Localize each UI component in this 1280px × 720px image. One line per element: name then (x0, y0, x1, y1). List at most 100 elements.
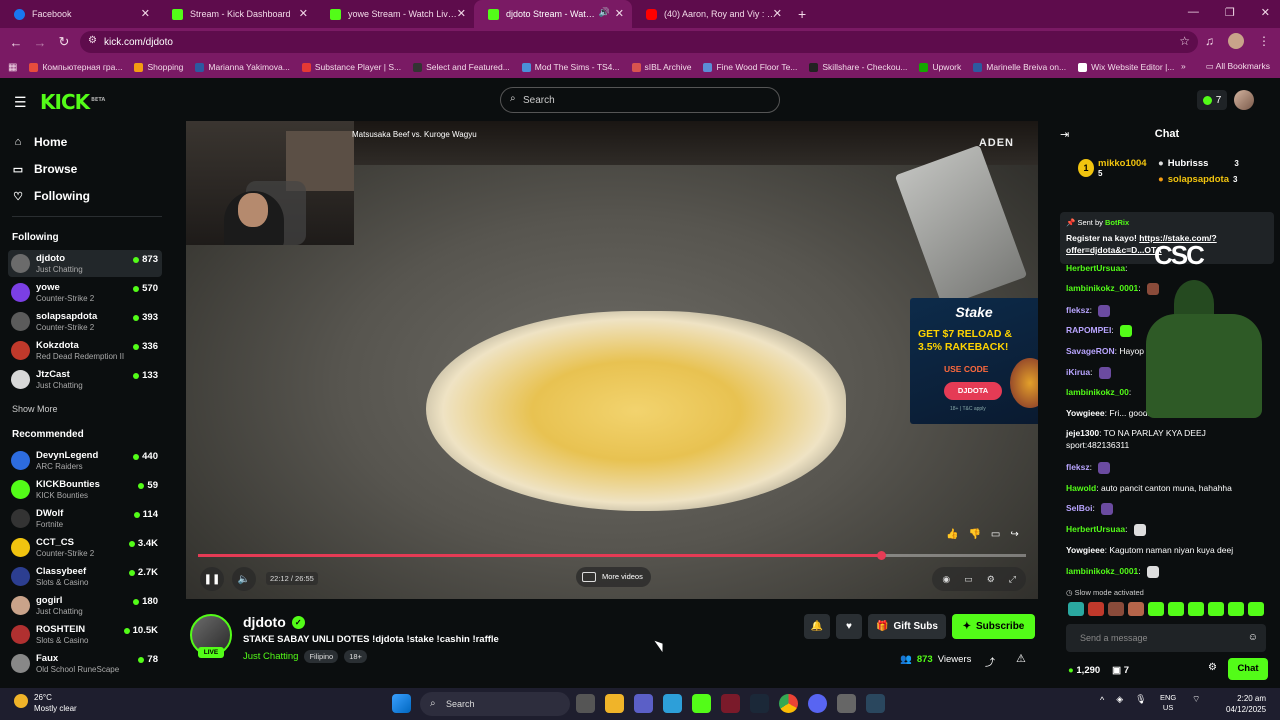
hamburger-menu-icon[interactable]: ☰ (14, 94, 27, 111)
tag-18-plus[interactable]: 18+ (344, 650, 367, 663)
taskbar-search[interactable]: ⌕ Search (420, 692, 570, 716)
channel-item[interactable]: djdoto Just Chatting 873 (8, 250, 162, 277)
emote-icon[interactable] (1188, 602, 1204, 616)
channel-item[interactable]: Classybeef Slots & Casino 2.7K (8, 563, 162, 590)
thumbs-up-icon[interactable]: 👍 (946, 529, 958, 540)
bookmark-item[interactable]: Skillshare - Checkou... (809, 62, 907, 72)
emote-icon[interactable] (1148, 602, 1164, 616)
windows-start-icon[interactable] (392, 694, 411, 713)
teams-icon[interactable] (634, 694, 653, 713)
channel-item[interactable]: Kokzdota Red Dead Redemption II 336 (8, 337, 162, 364)
points-display[interactable]: ● 1,290 (1068, 665, 1100, 676)
emote-icon[interactable] (1088, 602, 1104, 616)
tab-kick-dashboard[interactable]: Stream - Kick Dashboard ✕ (158, 0, 316, 28)
tab-djdoto-stream[interactable]: djdoto Stream - Watch Live 🔊 ✕ (474, 0, 632, 28)
chat-user[interactable]: Yowgieee (1066, 408, 1105, 418)
captions-icon[interactable]: ▭ (964, 574, 973, 585)
chat-user[interactable]: fleksz (1066, 462, 1090, 472)
chat-user[interactable]: lambinikokz_0001 (1066, 566, 1138, 576)
channel-item[interactable]: DevynLegend ARC Raiders 440 (8, 447, 162, 474)
bookmark-item[interactable]: Marianna Yakimova... (195, 62, 290, 72)
speaker-icon[interactable]: 🔊 (599, 7, 610, 18)
minimize-icon[interactable]: — (1188, 6, 1199, 19)
channel-item[interactable]: Faux Old School RuneScape 78 (8, 650, 162, 677)
share-icon[interactable]: ⤴ (985, 654, 995, 669)
fullscreen-icon[interactable]: ⤢ (1009, 574, 1016, 585)
chat-user[interactable]: HerbertUrsuaa (1066, 524, 1125, 534)
emote-icon[interactable] (1228, 602, 1244, 616)
video-progress-bar[interactable] (198, 551, 1026, 560)
share-icon[interactable]: ↪ (1010, 529, 1018, 540)
settings-gear-icon[interactable]: ⚙ (987, 574, 995, 585)
emote-icon[interactable] (1128, 602, 1144, 616)
terminal-icon[interactable] (721, 694, 740, 713)
leader-name[interactable]: solapsapdota (1168, 174, 1229, 185)
gift-subs-button[interactable]: 🎁 Gift Subs (868, 614, 946, 639)
bookmark-item[interactable]: sIBL Archive (631, 62, 691, 72)
system-clock[interactable]: 2:20 am 04/12/2025 (1226, 693, 1266, 715)
sidebar-item-following[interactable]: ♡ Following (12, 189, 90, 203)
leader-name[interactable]: Hubrisss (1168, 158, 1209, 169)
all-bookmarks-button[interactable]: ▭ All Bookmarks (1206, 61, 1270, 72)
edge-icon[interactable] (663, 694, 682, 713)
close-icon[interactable]: ✕ (773, 7, 782, 20)
chat-send-button[interactable]: Chat (1228, 658, 1268, 680)
discord-icon[interactable] (808, 694, 827, 713)
emote-icon[interactable] (1108, 602, 1124, 616)
apps-icon[interactable]: ▦ (8, 62, 17, 73)
progress-knob[interactable] (876, 551, 886, 560)
back-icon[interactable]: ← (4, 35, 28, 50)
chat-user[interactable]: lambinikokz_00 (1066, 387, 1129, 397)
sidebar-item-home[interactable]: ⌂ Home (12, 135, 68, 149)
language-indicator[interactable]: ENG US (1160, 693, 1176, 713)
bookmark-item[interactable]: Select and Featured... (413, 62, 510, 72)
microphone-icon[interactable]: 🎙 (1135, 694, 1146, 705)
bookmark-star-icon[interactable]: ☆ (1179, 34, 1190, 48)
channel-item[interactable]: JtzCast Just Chatting 133 (8, 366, 162, 393)
steam-icon[interactable] (750, 694, 769, 713)
close-icon[interactable]: ✕ (299, 7, 308, 20)
close-icon[interactable]: ✕ (141, 7, 150, 20)
bookmark-item[interactable]: Upwork (919, 62, 961, 72)
menu-icon[interactable]: ⋮ (1258, 34, 1270, 48)
bookmark-item[interactable]: Компьютерная гра... (29, 62, 122, 72)
more-videos-button[interactable]: More videos (576, 567, 651, 587)
sidebar-item-browse[interactable]: ▭ Browse (12, 162, 78, 176)
bookmark-item[interactable]: Marinelle Breiva on... (973, 62, 1066, 72)
kick-points-button[interactable]: 7 (1197, 90, 1227, 110)
chat-message-input[interactable]: Send a message ☺ (1066, 624, 1266, 652)
kick-app-icon[interactable] (692, 694, 711, 713)
comment-icon[interactable]: ▭ (991, 529, 1000, 540)
weather-widget[interactable]: 26°C Mostly clear (14, 692, 77, 714)
chat-user[interactable]: Hawold (1066, 483, 1096, 493)
channel-item[interactable]: solapsapdota Counter-Strike 2 393 (8, 308, 162, 335)
chevron-up-icon[interactable]: ^ (1100, 695, 1104, 705)
chat-user[interactable]: fleksz (1066, 305, 1090, 315)
subscribe-button[interactable]: ✦ Subscribe (952, 614, 1035, 639)
leader-name[interactable]: mikko1004 (1098, 158, 1147, 169)
app-icon[interactable] (837, 694, 856, 713)
gift-display[interactable]: ▣ 7 (1112, 665, 1129, 676)
emote-icon[interactable] (1168, 602, 1184, 616)
file-explorer-icon[interactable] (605, 694, 624, 713)
kick-logo[interactable]: KICK BETA (40, 90, 105, 114)
profile-avatar[interactable] (1228, 33, 1244, 49)
bookmark-item[interactable]: Wix Website Editor |... (1078, 62, 1174, 72)
chat-user[interactable]: iKirua (1066, 367, 1090, 377)
channel-item[interactable]: DWolf Fortnite 114 (8, 505, 162, 532)
show-more-button[interactable]: Show More (12, 404, 58, 414)
pinned-message[interactable]: 📌 Sent by BotRix Register na kayo! https… (1060, 212, 1274, 264)
channel-item[interactable]: gogirl Just Chatting 180 (8, 592, 162, 619)
reload-icon[interactable]: ↻ (52, 34, 76, 50)
chat-user[interactable]: SelBoi (1066, 503, 1092, 513)
chat-user[interactable]: jeje1300 (1066, 428, 1099, 438)
new-tab-button[interactable]: + (798, 6, 806, 22)
close-window-icon[interactable]: ✕ (1261, 6, 1270, 19)
stream-category-link[interactable]: Just Chatting (243, 651, 298, 662)
chat-user[interactable]: SavageRON (1066, 346, 1115, 356)
video-player[interactable]: Matsusaka Beef vs. Kuroge Wagyu ADEN Sta… (186, 121, 1038, 599)
channel-item[interactable]: CCT_CS Counter-Strike 2 3.4K (8, 534, 162, 561)
task-view-icon[interactable] (576, 694, 595, 713)
chat-user[interactable]: lambinikokz_0001 (1066, 283, 1138, 293)
thumbs-down-icon[interactable]: 👎 (968, 529, 980, 540)
